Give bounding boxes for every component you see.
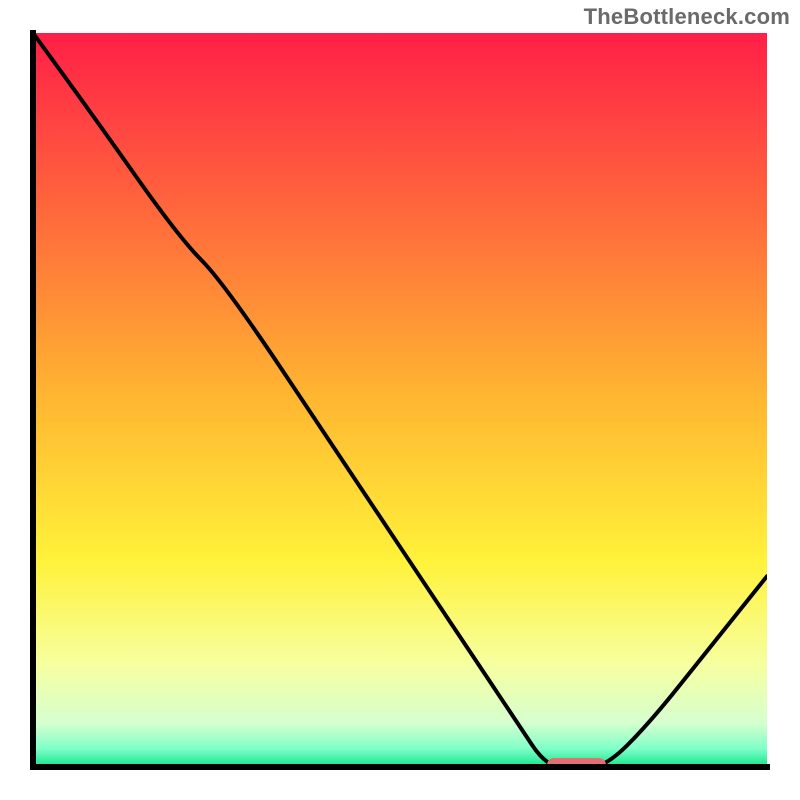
chart-stage: TheBottleneck.com xyxy=(0,0,800,800)
axes xyxy=(0,0,800,800)
